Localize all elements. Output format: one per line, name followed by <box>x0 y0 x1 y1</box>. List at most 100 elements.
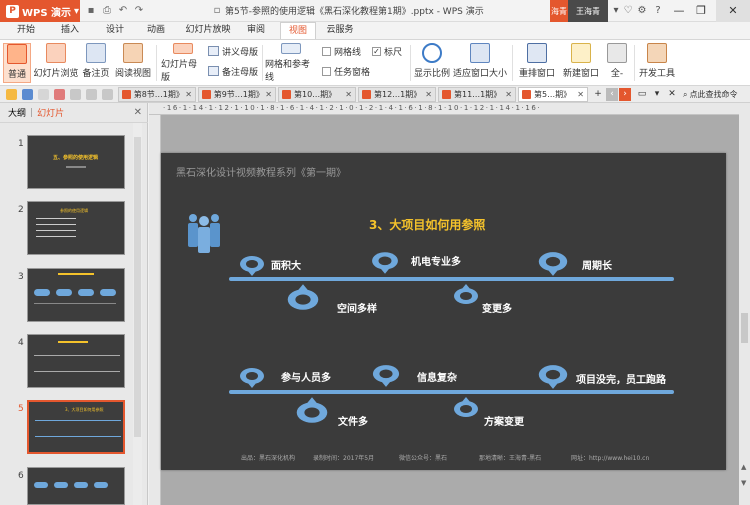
tab-start[interactable]: 开始 <box>8 22 44 39</box>
presentation-icon <box>442 90 451 99</box>
tab-design[interactable]: 设计 <box>97 22 133 39</box>
help-icon[interactable]: ? <box>651 3 665 19</box>
tab-outline[interactable]: 大纲 <box>8 106 26 119</box>
close-button[interactable]: ✕ <box>716 0 750 22</box>
slide-thumbnail-2[interactable]: 参照的使用逻辑 <box>27 201 125 255</box>
prev-slide-icon[interactable]: ▲ <box>741 463 746 471</box>
close-icon[interactable]: ✕ <box>425 90 432 99</box>
restore-button[interactable]: ❐ <box>690 0 712 22</box>
slide-number: 3 <box>18 272 24 282</box>
developer-tools-button[interactable]: 开发工具 <box>638 43 676 83</box>
thumbnail-line <box>35 420 121 421</box>
redo-icon[interactable] <box>86 89 97 100</box>
notes-master-button[interactable]: 备注母版 <box>208 64 258 78</box>
redo-icon[interactable]: ↷ <box>132 4 146 18</box>
doc-tab[interactable]: 第10…期》 ✕ <box>278 87 356 102</box>
wps-app-menu-button[interactable]: P WPS 演示 ▾ <box>0 0 80 22</box>
next-slide-icon[interactable]: ▼ <box>741 479 746 487</box>
close-icon[interactable]: ✕ <box>134 107 142 118</box>
gridlines-checkbox[interactable]: 网格线 <box>322 44 361 58</box>
ribbon-divider <box>156 45 157 81</box>
save-icon[interactable] <box>22 89 33 100</box>
doc-tab-label: 第11…1期》 <box>454 90 502 99</box>
zoom-button[interactable]: 显示比例 <box>414 43 450 83</box>
doc-tab[interactable]: 第8节…1期》 ✕ <box>118 87 196 102</box>
scroll-right-icon[interactable]: › <box>619 88 631 101</box>
close-icon[interactable]: ✕ <box>265 90 272 99</box>
doc-tab[interactable]: 第11…1期》 ✕ <box>438 87 516 102</box>
footer-wechat: 微信公众号：黑石 <box>399 455 448 462</box>
thumbnail-title: 参照的使用逻辑 <box>60 208 88 213</box>
save-icon[interactable]: ▪ <box>84 4 98 18</box>
tab-insert[interactable]: 插入 <box>52 22 88 39</box>
slide-thumbnail-6[interactable] <box>27 467 125 505</box>
more-icon[interactable]: ▾ <box>651 88 663 101</box>
pane-tabs: 大纲 | 幻灯片 ✕ <box>0 103 148 123</box>
print-icon[interactable]: ⎙ <box>100 4 114 18</box>
handout-master-button[interactable]: 讲义母版 <box>208 44 258 58</box>
fit-window-button[interactable]: 适应窗口大小 <box>452 43 508 83</box>
footer-website: 网址：http://www.hei10.cn <box>571 455 650 462</box>
reading-view-button[interactable]: 阅读视图 <box>114 43 152 83</box>
close-icon[interactable]: ✕ <box>577 90 584 99</box>
fit-window-label: 适应窗口大小 <box>452 69 507 79</box>
right-scrollbar[interactable]: ▲ ▼ <box>739 103 750 505</box>
slide-thumbnail-3[interactable] <box>27 268 125 322</box>
thumbnail-line <box>34 303 116 304</box>
task-pane-checkbox[interactable]: 任务窗格 <box>322 64 370 78</box>
notes-page-button[interactable]: 备注页 <box>81 43 111 83</box>
scrollbar-thumb[interactable] <box>741 313 748 343</box>
doc-tab[interactable]: 第9节…1期》 ✕ <box>198 87 276 102</box>
timeline-line-1 <box>229 277 674 281</box>
location-pin-icon <box>287 284 319 310</box>
doc-tab-active[interactable]: 第5…期》 ✕ <box>518 87 588 102</box>
close-icon[interactable]: ✕ <box>345 90 352 99</box>
scroll-left-icon[interactable]: ‹ <box>606 88 618 101</box>
close-icon[interactable]: ✕ <box>185 90 192 99</box>
tab-view[interactable]: 视图 <box>280 22 316 39</box>
more-windows-button[interactable]: 全- <box>604 43 630 83</box>
ruler-ticks: ·16·1·14·1·12·1·10·1·8·1·6·1·4·1·2·1·0·1… <box>163 104 542 112</box>
new-window-button[interactable]: 新建窗口 <box>562 43 600 83</box>
undo-icon[interactable] <box>70 89 81 100</box>
thumbnail-line <box>36 230 76 231</box>
slide-master-button[interactable]: 幻灯片母版 <box>161 43 205 83</box>
user-account-button[interactable]: 王海青 <box>568 0 608 22</box>
tab-slideshow[interactable]: 幻灯片放映 <box>180 22 236 39</box>
scrollbar-thumb[interactable] <box>134 137 141 437</box>
export-pdf-icon[interactable] <box>54 89 65 100</box>
slide-thumbnail-4[interactable] <box>27 334 125 388</box>
new-tab-icon[interactable]: + <box>592 88 604 101</box>
tab-animation[interactable]: 动画 <box>138 22 174 39</box>
tab-review[interactable]: 审阅 <box>238 22 274 39</box>
print-preview-icon[interactable] <box>38 89 49 100</box>
left-scrollbar[interactable] <box>133 123 142 505</box>
minimize-button[interactable]: — <box>668 0 690 22</box>
command-search[interactable]: ⌕ 点此查找命令 <box>683 88 750 101</box>
slide-thumbnail-1[interactable]: 五、参照的使用逻辑 <box>27 135 125 189</box>
horizontal-ruler: ·16·1·14·1·12·1·10·1·8·1·6·1·4·1·2·1·0·1… <box>149 103 739 115</box>
normal-view-button[interactable]: 普通 <box>3 43 31 83</box>
more-label: 全- <box>610 69 624 79</box>
close-icon[interactable]: ✕ <box>505 90 512 99</box>
reading-view-label: 阅读视图 <box>114 69 151 79</box>
slide-number: 6 <box>18 471 24 481</box>
customize-icon[interactable] <box>102 89 113 100</box>
open-folder-icon[interactable] <box>6 89 17 100</box>
settings-icon[interactable]: ⚙ <box>635 3 649 19</box>
grid-guides-button[interactable]: 网格和参考线 <box>265 43 317 83</box>
slide-sorter-button[interactable]: 幻灯片浏览 <box>33 43 79 83</box>
ruler-checkbox[interactable]: ✓ 标尺 <box>372 44 402 58</box>
slide-thumbnail-5[interactable]: 3、大项目如何用参照 <box>27 400 125 454</box>
doc-tab[interactable]: 第12…1期》 ✕ <box>358 87 436 102</box>
normal-view-label: 普通 <box>7 70 26 80</box>
location-pin-icon <box>454 284 478 304</box>
tab-slides[interactable]: 幻灯片 <box>37 106 64 119</box>
skin-icon[interactable]: ♡ <box>621 3 635 19</box>
tab-cloud[interactable]: 云服务 <box>320 22 360 39</box>
current-slide[interactable]: 黑石深化设计视频教程系列《第一期》 3、大项目如何用参照 面积大 机电专业多 周… <box>161 153 726 470</box>
rearrange-windows-button[interactable]: 重排窗口 <box>516 43 558 83</box>
undo-icon[interactable]: ↶ <box>116 4 130 18</box>
close-all-icon[interactable]: ✕ <box>666 88 678 101</box>
window-icon[interactable]: ▭ <box>636 88 648 101</box>
